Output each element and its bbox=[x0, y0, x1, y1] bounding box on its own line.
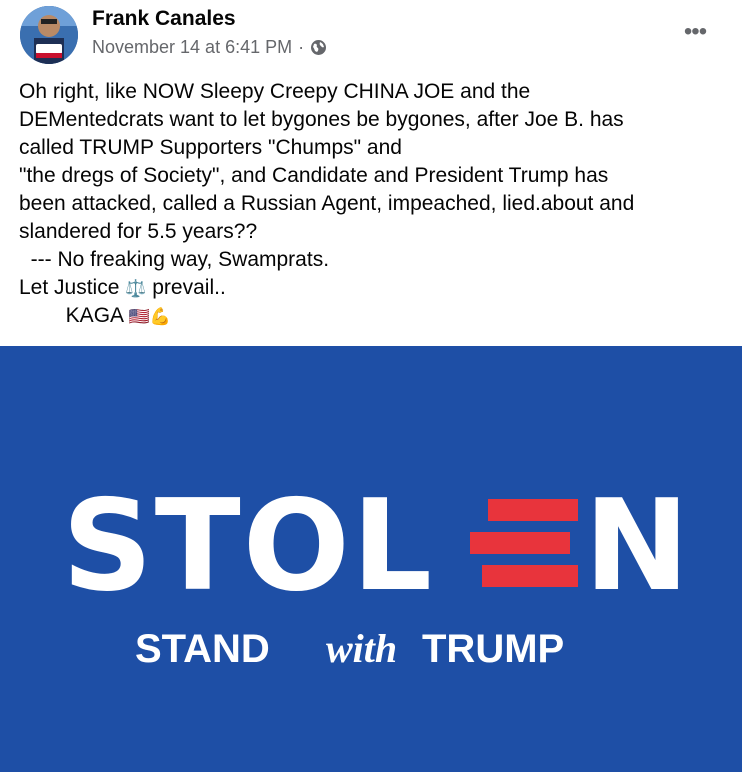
author-name[interactable]: Frank Canales bbox=[92, 7, 236, 31]
text-line: slandered for 5.5 years?? bbox=[19, 220, 258, 243]
text-segment: Let Justice bbox=[19, 276, 120, 299]
post-timestamp[interactable]: November 14 at 6:41 PM bbox=[92, 37, 292, 58]
globe-icon[interactable] bbox=[310, 39, 327, 56]
us-flag-emoji: 🇺🇸 bbox=[128, 307, 150, 326]
text-line: Oh right, like NOW Sleepy Creepy CHINA J… bbox=[19, 80, 531, 103]
text-segment: KAGA bbox=[19, 304, 123, 327]
avatar[interactable] bbox=[20, 6, 78, 64]
subline-with: with bbox=[326, 626, 397, 671]
text-line: "the dregs of Society", and Candidate an… bbox=[19, 164, 609, 187]
text-line: --- No freaking way, Swamprats. bbox=[19, 248, 330, 271]
subline-trump: TRUMP bbox=[422, 627, 564, 671]
flexed-biceps-emoji: 💪 bbox=[149, 307, 172, 326]
post-header: Frank Canales November 14 at 6:41 PM · •… bbox=[0, 0, 742, 70]
meta-separator: · bbox=[298, 37, 305, 57]
more-options-icon: ••• bbox=[683, 18, 707, 45]
post-text: Oh right, like NOW Sleepy Creepy CHINA J… bbox=[19, 78, 729, 330]
headline-text-left: STOL bbox=[62, 472, 434, 619]
text-line: Let Justice ⚖️ prevail.. bbox=[19, 274, 729, 302]
post-image[interactable]: STOL N STAND with TRUMP bbox=[0, 346, 742, 772]
text-line: called TRUMP Supporters "Chumps" and bbox=[19, 136, 402, 159]
subline-stand: STAND bbox=[135, 627, 270, 671]
headline-text-right: N bbox=[584, 472, 689, 619]
text-segment: prevail.. bbox=[152, 276, 226, 299]
post-meta: November 14 at 6:41 PM · bbox=[92, 37, 327, 58]
text-line: been attacked, called a Russian Agent, i… bbox=[19, 192, 635, 215]
more-options-button[interactable]: ••• bbox=[680, 20, 710, 44]
text-line: KAGA 🇺🇸💪 bbox=[19, 302, 729, 330]
scales-emoji: ⚖️ bbox=[125, 279, 147, 298]
text-line: DEMentedcrats want to let bygones be byg… bbox=[19, 108, 624, 131]
